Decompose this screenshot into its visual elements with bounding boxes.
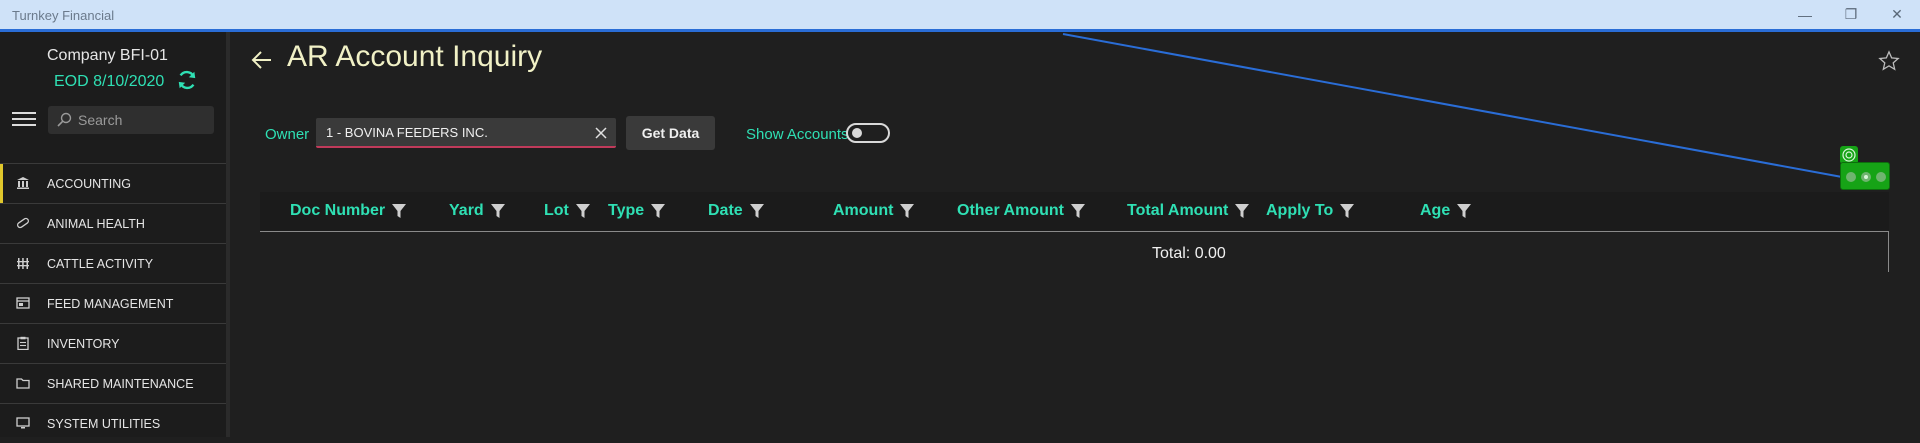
minimize-button[interactable]: — bbox=[1782, 0, 1828, 29]
filter-icon[interactable] bbox=[391, 203, 407, 219]
filter-icon[interactable] bbox=[1070, 203, 1086, 219]
sidebar-item-label: CATTLE ACTIVITY bbox=[47, 257, 154, 271]
sidebar-item-inventory[interactable]: INVENTORY bbox=[0, 323, 228, 363]
menu-icon[interactable] bbox=[12, 112, 36, 128]
sidebar-item-label: ANIMAL HEALTH bbox=[47, 217, 145, 231]
filter-icon[interactable] bbox=[575, 203, 591, 219]
get-data-button[interactable]: Get Data bbox=[626, 116, 715, 150]
column-label: Type bbox=[608, 202, 645, 219]
close-icon: ✕ bbox=[1891, 6, 1903, 22]
clear-icon[interactable] bbox=[594, 126, 608, 140]
filter-icon[interactable] bbox=[490, 203, 506, 219]
title-bar: Turnkey Financial — ❐ ✕ bbox=[0, 0, 1920, 32]
filter-icon[interactable] bbox=[1456, 203, 1472, 219]
sidebar-item-system-utilities[interactable]: SYSTEM UTILITIES bbox=[0, 403, 228, 443]
show-accounts-toggle[interactable] bbox=[846, 123, 890, 143]
column-total-amount[interactable]: Total Amount bbox=[1127, 202, 1250, 220]
company-name: Company BFI-01 bbox=[47, 47, 168, 64]
column-age[interactable]: Age bbox=[1420, 202, 1472, 220]
sidebar-item-animal-health[interactable]: ANIMAL HEALTH bbox=[0, 203, 228, 243]
show-accounts-label: Show Accounts bbox=[746, 126, 849, 143]
owner-label: Owner bbox=[265, 126, 310, 143]
filter-icon[interactable] bbox=[1234, 203, 1250, 219]
toggle-knob bbox=[852, 128, 862, 138]
monitor-icon bbox=[16, 417, 30, 429]
close-button[interactable]: ✕ bbox=[1874, 0, 1920, 29]
filter-icon[interactable] bbox=[749, 203, 765, 219]
search-icon bbox=[57, 112, 72, 127]
maximize-button[interactable]: ❐ bbox=[1828, 0, 1874, 29]
column-label: Amount bbox=[833, 202, 894, 219]
column-label: Total Amount bbox=[1127, 202, 1229, 219]
minimize-icon: — bbox=[1798, 6, 1812, 23]
pill-icon bbox=[16, 217, 30, 229]
owner-value: 1 - BOVINA FEEDERS INC. bbox=[326, 125, 488, 140]
column-label: Apply To bbox=[1266, 202, 1334, 219]
refresh-icon[interactable] bbox=[176, 69, 198, 91]
fence-icon bbox=[17, 258, 29, 269]
sidebar-item-label: ACCOUNTING bbox=[47, 177, 132, 191]
sidebar-item-cattle-activity[interactable]: CATTLE ACTIVITY bbox=[0, 243, 228, 283]
column-label: Age bbox=[1420, 202, 1451, 219]
grid-header: Doc Number Yard Lot Type Date Amount Oth… bbox=[260, 192, 1889, 232]
sidebar-nav: ACCOUNTING ANIMAL HEALTH CATTLE ACTIVITY bbox=[0, 163, 228, 443]
maximize-icon: ❐ bbox=[1844, 6, 1858, 22]
search-box[interactable] bbox=[48, 106, 214, 134]
eod-date: EOD 8/10/2020 bbox=[54, 73, 165, 90]
grid-border bbox=[1888, 232, 1889, 272]
filter-icon[interactable] bbox=[1339, 203, 1355, 219]
sidebar-item-label: FEED MANAGEMENT bbox=[47, 297, 174, 311]
clipboard-icon bbox=[17, 336, 29, 350]
sidebar-item-label: SHARED MAINTENANCE bbox=[47, 377, 194, 391]
page-title: AR Account Inquiry bbox=[287, 40, 543, 73]
column-label: Yard bbox=[449, 202, 484, 219]
column-other-amount[interactable]: Other Amount bbox=[957, 202, 1086, 220]
column-label: Lot bbox=[544, 202, 569, 219]
column-lot[interactable]: Lot bbox=[544, 202, 591, 220]
sidebar-item-shared-maintenance[interactable]: SHARED MAINTENANCE bbox=[0, 363, 228, 403]
column-label: Other Amount bbox=[957, 202, 1064, 219]
column-date[interactable]: Date bbox=[708, 202, 765, 220]
sidebar-item-accounting[interactable]: ACCOUNTING bbox=[0, 163, 228, 204]
column-label: Doc Number bbox=[290, 202, 386, 219]
grid-total: Total: 0.00 bbox=[1152, 245, 1226, 262]
back-arrow-icon[interactable] bbox=[250, 48, 274, 72]
column-apply-to[interactable]: Apply To bbox=[1266, 202, 1355, 220]
folder-icon bbox=[16, 378, 30, 389]
owner-input[interactable]: 1 - BOVINA FEEDERS INC. bbox=[316, 118, 616, 148]
column-type[interactable]: Type bbox=[608, 202, 666, 220]
window-title: Turnkey Financial bbox=[12, 8, 115, 23]
column-amount[interactable]: Amount bbox=[833, 202, 915, 220]
sidebar: Company BFI-01 EOD 8/10/2020 ACCOUNTING bbox=[0, 32, 228, 437]
column-label: Date bbox=[708, 202, 743, 219]
column-yard[interactable]: Yard bbox=[449, 202, 506, 220]
main-content: AR Account Inquiry Owner 1 - BOVINA FEED… bbox=[230, 32, 1920, 437]
column-doc-number[interactable]: Doc Number bbox=[290, 202, 407, 220]
sidebar-item-label: SYSTEM UTILITIES bbox=[47, 417, 161, 431]
debug-toolbar[interactable] bbox=[1840, 162, 1890, 190]
filter-icon[interactable] bbox=[650, 203, 666, 219]
bank-icon bbox=[17, 177, 29, 189]
sidebar-item-feed-management[interactable]: FEED MANAGEMENT bbox=[0, 283, 228, 323]
filter-icon[interactable] bbox=[899, 203, 915, 219]
feed-icon bbox=[16, 297, 30, 309]
search-input[interactable] bbox=[76, 110, 206, 130]
favorite-star-icon[interactable] bbox=[1878, 50, 1900, 72]
sidebar-item-label: INVENTORY bbox=[47, 337, 120, 351]
